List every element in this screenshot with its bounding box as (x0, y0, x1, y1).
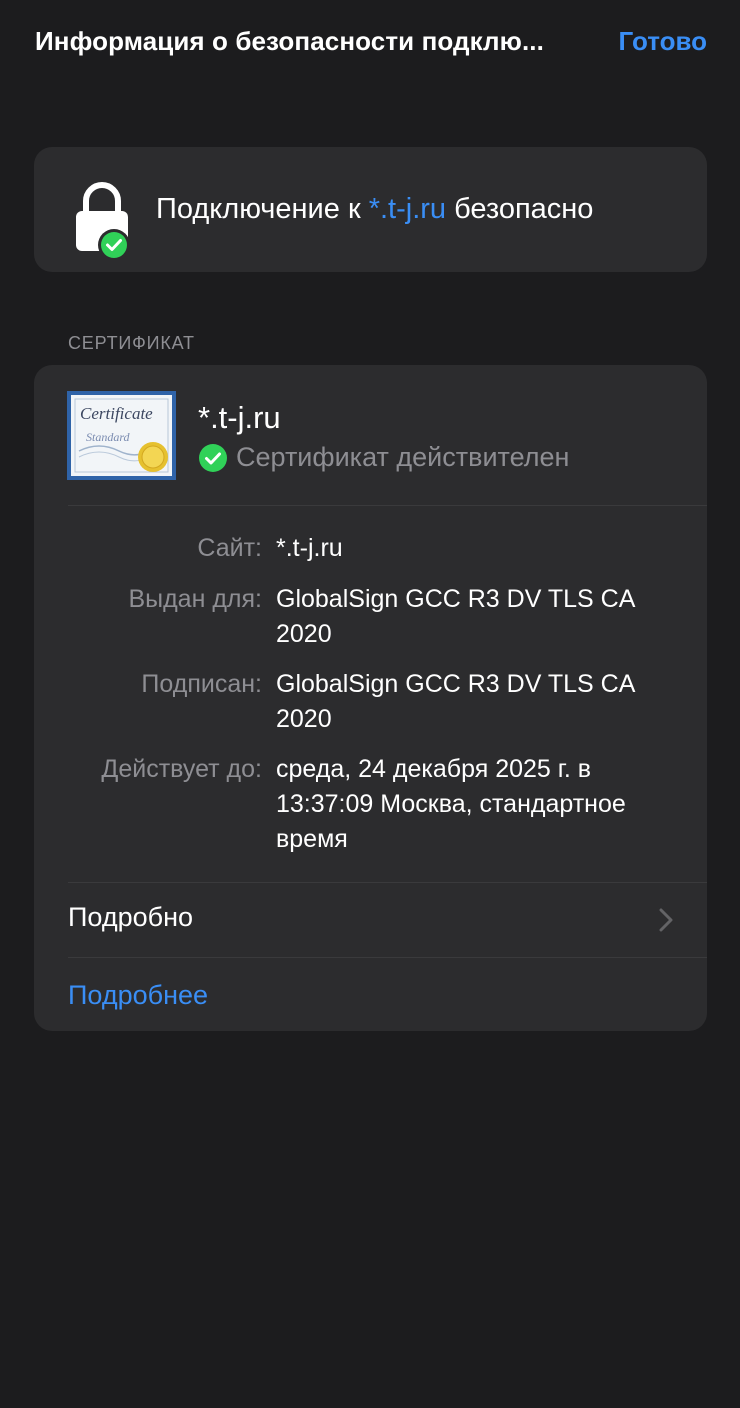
details-row[interactable]: Подробно (34, 883, 707, 957)
lock-check-icon (74, 179, 166, 261)
connection-status-card: Подключение к *.t-j.ru безопасно (34, 147, 707, 272)
certificate-status: Сертификат действителен (198, 442, 569, 473)
divider (68, 957, 707, 958)
detail-label: Сайт: (197, 534, 262, 562)
detail-label: Действует до: (101, 755, 262, 783)
certificate-card: Certificate Standard *.t-j.ru Сертификат… (34, 365, 707, 1031)
detail-value: среда, 24 декабря 2025 г. в 13:37:09 Мос… (276, 755, 626, 853)
certificate-icon: Certificate Standard (67, 391, 176, 480)
connection-prefix: Подключение к (156, 193, 369, 225)
connection-status-text: Подключение к *.t-j.ru безопасно (156, 193, 593, 226)
done-button[interactable]: Готово (619, 26, 707, 57)
divider (68, 505, 707, 506)
certificate-section-header: СЕРТИФИКАТ (68, 333, 195, 353)
detail-label: Подписан: (141, 670, 262, 698)
learn-more-link[interactable]: Подробнее (68, 980, 208, 1011)
detail-value: GlobalSign GCC R3 DV TLS CA 2020 (276, 670, 635, 733)
details-row-label: Подробно (68, 902, 194, 932)
detail-value: *.t-j.ru (276, 534, 343, 562)
certificate-status-text: Сертификат действителен (236, 442, 570, 472)
page-title: Информация о безопасности подклю... (35, 26, 544, 56)
svg-text:Standard: Standard (86, 430, 131, 444)
check-circle-icon (198, 443, 228, 473)
detail-value: GlobalSign GCC R3 DV TLS CA 2020 (276, 585, 635, 648)
svg-text:Certificate: Certificate (80, 404, 153, 423)
detail-label: Выдан для: (128, 585, 262, 613)
connection-host: *.t-j.ru (368, 193, 447, 225)
navigation-bar: Информация о безопасности подклю... Гото… (0, 0, 740, 90)
connection-suffix: безопасно (446, 193, 594, 225)
certificate-name: *.t-j.ru (198, 400, 281, 435)
chevron-right-icon (659, 908, 673, 932)
